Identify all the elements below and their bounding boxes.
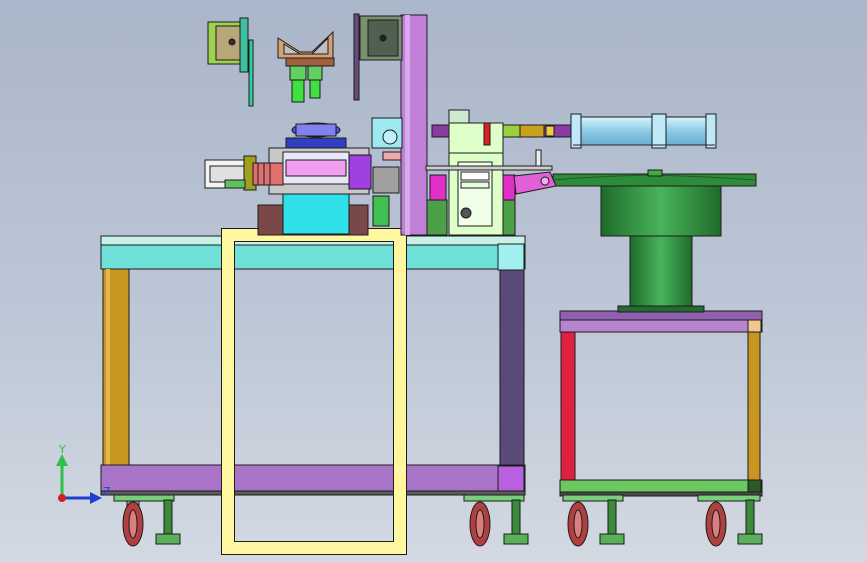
y-axis-label: Y xyxy=(58,443,66,456)
casters xyxy=(113,494,763,547)
side-table-bottom-beam xyxy=(559,479,763,493)
cylinder-body xyxy=(572,116,716,146)
main-table-bottom-corner xyxy=(497,465,525,492)
side-table-left-leg xyxy=(560,331,576,481)
bowl-body xyxy=(600,185,722,237)
main-table-top-beam xyxy=(100,244,526,270)
main-table-corner-block xyxy=(497,243,525,271)
clamp-mechanism xyxy=(204,122,400,236)
top-grippers xyxy=(207,13,403,107)
main-table xyxy=(100,235,526,496)
yellow-guard-frame xyxy=(221,228,407,555)
cad-viewport[interactable]: Y Z xyxy=(0,0,867,562)
main-table-bottom-beam xyxy=(100,464,526,492)
side-table-right-leg xyxy=(747,331,761,481)
main-table-right-leg xyxy=(499,268,525,466)
side-table xyxy=(559,310,763,497)
bowl-feeder xyxy=(552,169,757,313)
z-axis-label: Z xyxy=(103,485,111,498)
bowl-base xyxy=(617,305,705,313)
bowl-stem xyxy=(629,235,693,307)
cad-model-drawing[interactable]: Y Z xyxy=(0,0,867,562)
